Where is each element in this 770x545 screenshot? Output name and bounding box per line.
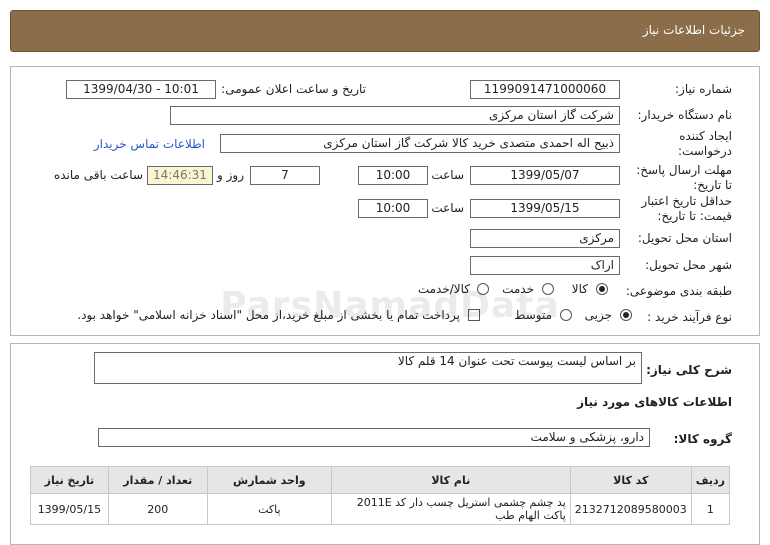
goods-group-label: گروه کالا: [673, 432, 732, 446]
cell-date: 1399/05/15 [30, 493, 109, 525]
process-radio-minor[interactable] [620, 309, 632, 321]
col-name: نام کالا [330, 466, 571, 494]
category-radio-both[interactable] [477, 283, 489, 295]
buyer-contact-link[interactable]: اطلاعات تماس خریدار [94, 137, 205, 151]
buyer-label: نام دستگاه خریدار: [637, 108, 733, 122]
col-code: کد کالا [569, 466, 692, 494]
category-radio-service[interactable] [542, 283, 554, 295]
creator-label-2: درخواست: [678, 144, 732, 158]
creator-label-1: ایجاد کننده [679, 129, 732, 143]
buyer-field: شرکت گاز استان مرکزی [170, 106, 620, 125]
summary-label: شرح کلی نیاز: [646, 363, 732, 377]
category-option-both: کالا/خدمت [417, 282, 470, 296]
deadline-date-field: 1399/05/07 [470, 166, 620, 185]
col-date: تاریخ نیاز [30, 466, 109, 494]
process-option-medium: متوسط [514, 308, 552, 322]
validity-date-field: 1399/05/15 [470, 199, 620, 218]
treasury-text: پرداخت تمام یا بخشی از مبلغ خرید،از محل … [77, 308, 460, 322]
announce-label: تاریخ و ساعت اعلان عمومی: [221, 82, 366, 96]
cell-row: 1 [690, 493, 731, 525]
category-option-goods: کالا [571, 282, 588, 296]
province-label: استان محل تحویل: [637, 231, 732, 245]
category-label: طبقه بندی موضوعی: [625, 284, 732, 298]
col-qty: تعداد / مقدار [107, 466, 208, 494]
creator-field: ذبیح اله احمدی متصدی خرید کالا شرکت گاز … [220, 134, 620, 153]
cell-code: 2132712089580003 [569, 493, 692, 525]
days-label: روز و [217, 168, 244, 182]
need-number-field: 1199091471000060 [470, 80, 620, 99]
table-header-row: ردیف کد کالا نام کالا واحد شمارش تعداد /… [30, 466, 731, 494]
process-option-minor: جزیی [584, 308, 612, 322]
validity-label-1: حداقل تاریخ اعتبار [641, 194, 732, 208]
process-label: نوع فرآیند خرید : [647, 310, 732, 324]
province-field: مرکزی [470, 229, 620, 248]
cell-qty: 200 [107, 493, 208, 525]
page-header: جزئیات اطلاعات نیاز [10, 10, 760, 52]
table-row: 1 2132712089580003 پد چشم چشمی استریل چس… [30, 493, 731, 525]
deadline-label-2: تا تاریخ: [693, 178, 732, 192]
col-row: ردیف [690, 466, 731, 494]
page-title: جزئیات اطلاعات نیاز [642, 23, 745, 37]
process-radio-medium[interactable] [560, 309, 572, 321]
validity-time-label: ساعت [431, 201, 464, 215]
remaining-label: ساعت باقی مانده [53, 168, 143, 182]
deadline-time-field: 10:00 [358, 166, 428, 185]
goods-table: ردیف کد کالا نام کالا واحد شمارش تعداد /… [30, 466, 731, 525]
cell-name: پد چشم چشمی استریل چسب دار کد 2011E پاکت… [330, 493, 571, 525]
validity-label-2: قیمت: تا تاریخ: [657, 209, 732, 223]
remaining-time-field: 14:46:31 [147, 166, 213, 185]
summary-field: بر اساس لیست پیوست تحت عنوان 14 قلم کالا [94, 352, 642, 384]
deadline-label-1: مهلت ارسال پاسخ: [636, 163, 732, 177]
cell-unit: پاکت [206, 493, 332, 525]
col-unit: واحد شمارش [206, 466, 332, 494]
announce-field: 1399/04/30 - 10:01 [66, 80, 216, 99]
category-radio-goods[interactable] [596, 283, 608, 295]
deadline-time-label: ساعت [431, 168, 464, 182]
goods-section-title: اطلاعات کالاهای مورد نیاز [577, 395, 732, 409]
goods-group-field: دارو، پزشکی و سلامت [98, 428, 650, 447]
need-number-label: شماره نیاز: [675, 82, 732, 96]
treasury-checkbox[interactable] [468, 309, 480, 321]
city-label: شهر محل تحویل: [645, 258, 732, 272]
days-field: 7 [250, 166, 320, 185]
category-option-service: خدمت [502, 282, 534, 296]
city-field: اراک [470, 256, 620, 275]
validity-time-field: 10:00 [358, 199, 428, 218]
